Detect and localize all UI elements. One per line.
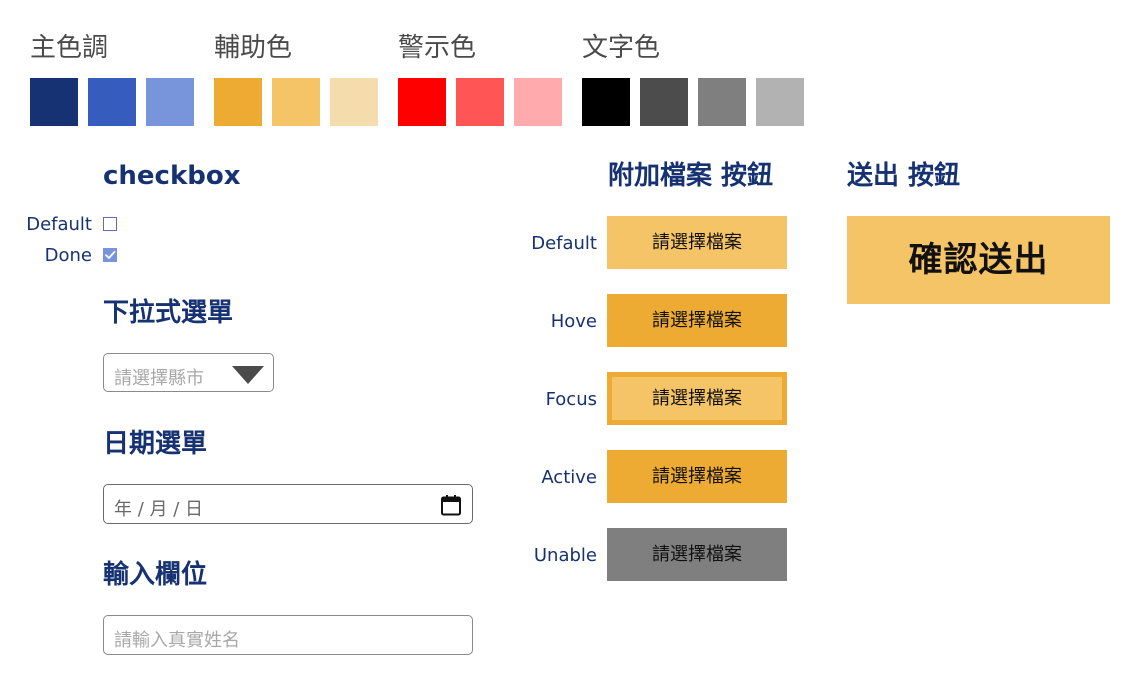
swatch-secondary-3	[330, 78, 378, 126]
swatch-primary-1	[30, 78, 78, 126]
submit-section-title: 送出 按鈕	[847, 161, 961, 191]
attach-section-title: 附加檔案 按鈕	[608, 161, 774, 191]
checkbox-done[interactable]	[103, 248, 117, 262]
date-input-placeholder: 年 / 月 / 日	[114, 499, 204, 520]
palette-title-secondary: 輔助色	[214, 33, 293, 63]
swatch-warning-1	[398, 78, 446, 126]
checkbox-default-label: Default	[26, 214, 92, 235]
swatch-text-2	[640, 78, 688, 126]
swatch-warning-2	[456, 78, 504, 126]
swatch-secondary-1	[214, 78, 262, 126]
caret-down-icon	[232, 366, 264, 384]
checkbox-section-title: checkbox	[103, 161, 241, 191]
attach-button-default[interactable]: 請選擇檔案	[607, 216, 787, 269]
date-input[interactable]: 年 / 月 / 日	[103, 484, 473, 524]
swatch-warning-3	[514, 78, 562, 126]
state-label-default: Default	[531, 233, 597, 254]
swatch-primary-3	[146, 78, 194, 126]
attach-button-disabled[interactable]: 請選擇檔案	[607, 528, 787, 581]
checkbox-done-label: Done	[44, 245, 92, 266]
state-label-hover: Hove	[550, 311, 597, 332]
attach-button-hover[interactable]: 請選擇檔案	[607, 294, 787, 347]
palette-title-warning: 警示色	[398, 33, 477, 63]
name-input-placeholder: 請輸入真實姓名	[114, 630, 240, 651]
palette-title-primary: 主色調	[30, 33, 109, 63]
swatch-text-1	[582, 78, 630, 126]
dropdown-section-title: 下拉式選單	[103, 298, 234, 328]
swatch-text-4	[756, 78, 804, 126]
state-label-unable: Unable	[533, 545, 597, 566]
palette-title-text: 文字色	[582, 33, 661, 63]
attach-button-active[interactable]: 請選擇檔案	[607, 450, 787, 503]
check-icon	[105, 250, 116, 259]
calendar-icon[interactable]	[440, 494, 462, 516]
submit-button[interactable]: 確認送出	[847, 216, 1110, 304]
city-select-placeholder: 請選擇縣市	[114, 368, 204, 389]
text-field-section-title: 輸入欄位	[103, 560, 208, 590]
date-section-title: 日期選單	[103, 429, 208, 459]
state-label-active: Active	[541, 467, 597, 488]
checkbox-default[interactable]	[103, 217, 117, 231]
swatch-text-3	[698, 78, 746, 126]
name-input[interactable]: 請輸入真實姓名	[103, 615, 473, 655]
swatch-secondary-2	[272, 78, 320, 126]
state-label-focus: Focus	[545, 389, 597, 410]
attach-button-focus[interactable]: 請選擇檔案	[607, 372, 787, 425]
swatch-primary-2	[88, 78, 136, 126]
city-select[interactable]: 請選擇縣市	[103, 353, 274, 392]
